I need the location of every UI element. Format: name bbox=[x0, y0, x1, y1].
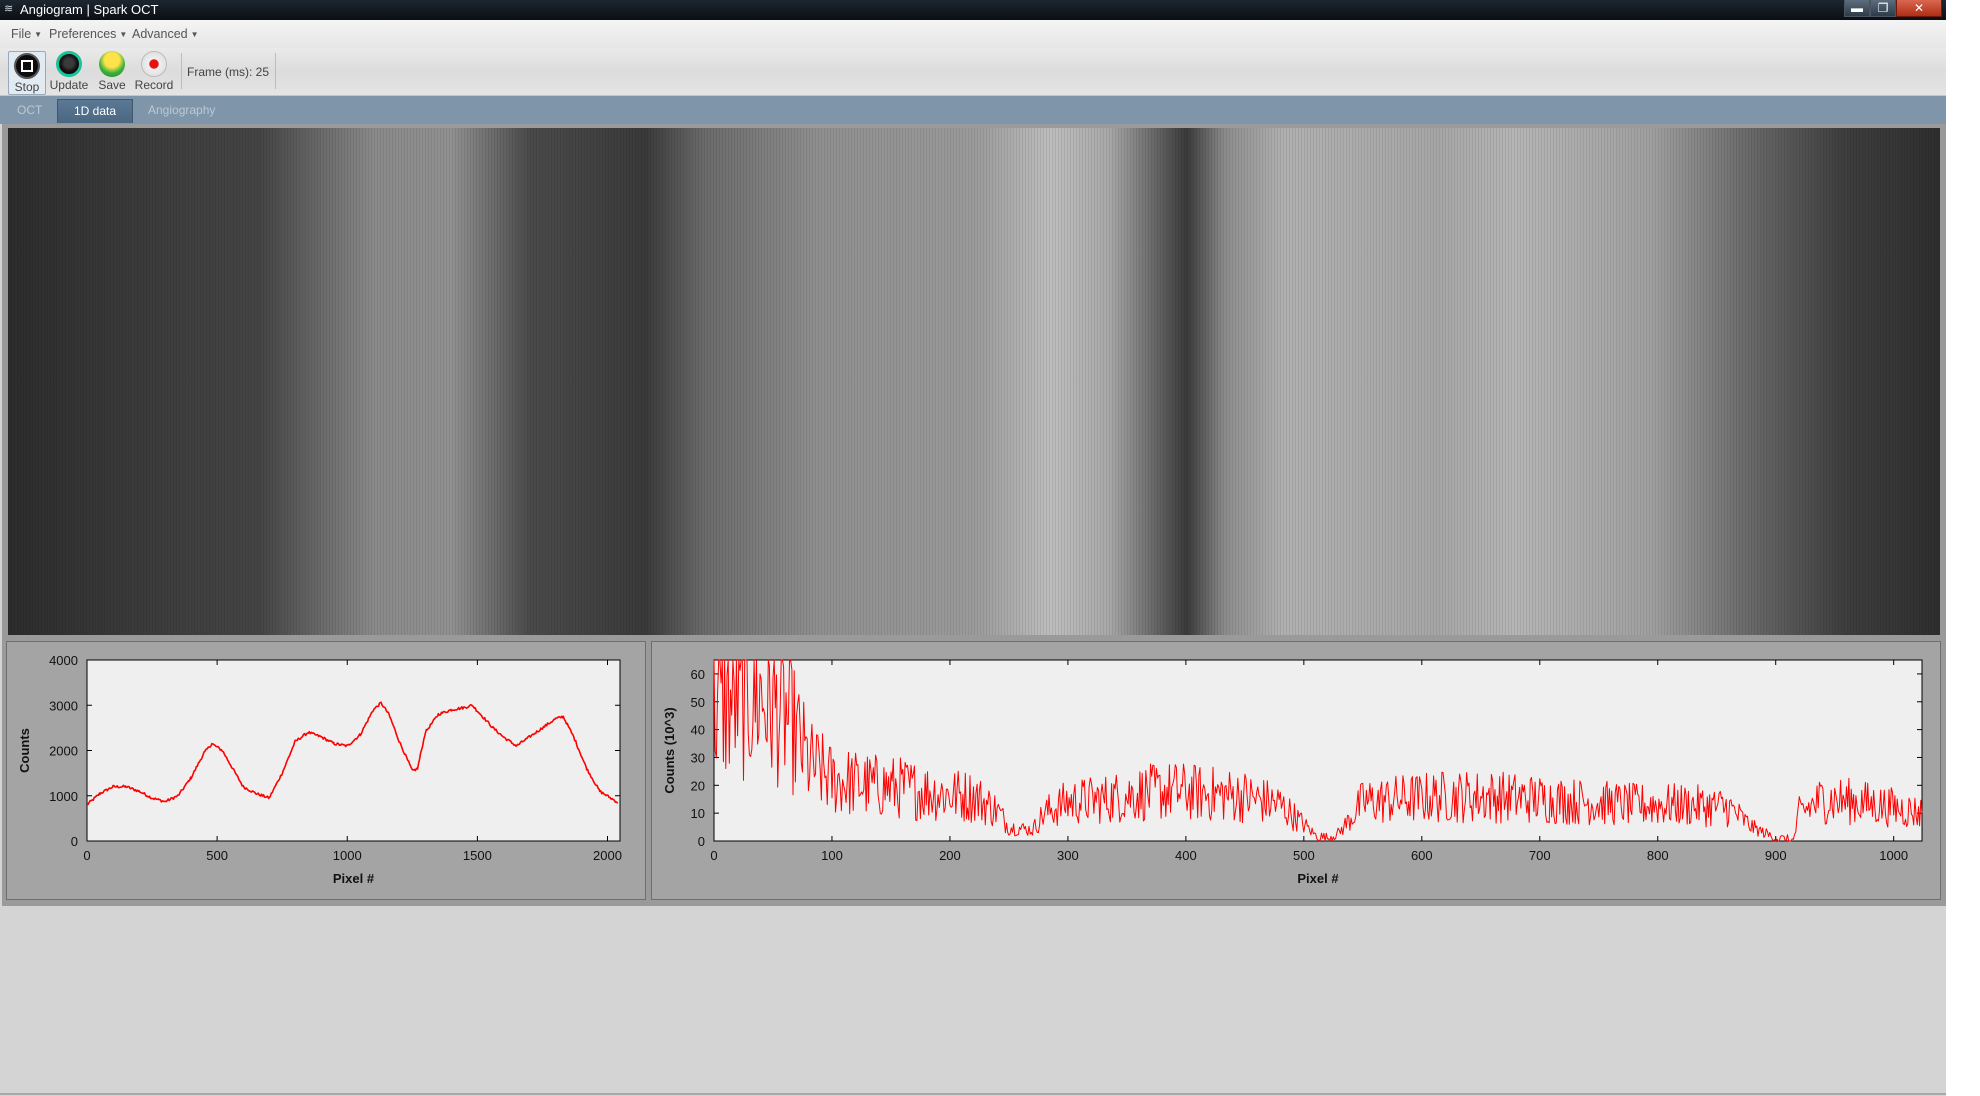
y-tick-label: 10 bbox=[691, 806, 705, 821]
menu-preferences-label: Preferences bbox=[49, 27, 117, 41]
y-tick-label: 0 bbox=[698, 834, 705, 849]
status-strip bbox=[0, 1093, 1946, 1095]
x-tick-label: 500 bbox=[206, 848, 228, 863]
stop-label: Stop bbox=[14, 80, 40, 94]
x-axis-label: Pixel # bbox=[333, 871, 375, 886]
tab-bar: OCT 1D data Angiography bbox=[0, 96, 1946, 124]
x-tick-label: 1000 bbox=[333, 848, 362, 863]
menu-advanced-label: Advanced bbox=[132, 27, 188, 41]
save-icon bbox=[99, 51, 125, 77]
x-tick-label: 300 bbox=[1057, 848, 1079, 863]
menu-preferences[interactable]: Preferences ▼ bbox=[49, 27, 127, 41]
frame-time-readout: Frame (ms): 25 bbox=[187, 65, 270, 79]
y-tick-label: 2000 bbox=[49, 744, 78, 759]
update-button[interactable]: Update bbox=[48, 51, 90, 93]
plot-area bbox=[713, 659, 1923, 842]
x-tick-label: 0 bbox=[83, 848, 90, 863]
toolbar: Stop Update Save Record Frame (ms): 25 bbox=[0, 48, 1946, 96]
menu-advanced[interactable]: Advanced ▼ bbox=[132, 27, 199, 41]
x-tick-label: 200 bbox=[939, 848, 961, 863]
record-label: Record bbox=[134, 78, 174, 92]
y-tick-label: 50 bbox=[691, 695, 705, 710]
refresh-icon bbox=[56, 51, 82, 77]
raw-spectrum-chart: 0 500 1000 1500 2000 0 1000 2000 3000 4000 Pixel #… bbox=[17, 653, 622, 886]
window-controls: ▬ ❐ ✕ bbox=[1844, 0, 1942, 18]
dropdown-arrow-icon: ▼ bbox=[190, 30, 199, 39]
dropdown-arrow-icon: ▼ bbox=[119, 30, 128, 39]
record-button[interactable]: Record bbox=[133, 51, 175, 93]
window-title: Angiogram | Spark OCT bbox=[20, 2, 159, 17]
menu-file[interactable]: File ▼ bbox=[11, 27, 42, 41]
minimize-button[interactable]: ▬ bbox=[1844, 0, 1870, 17]
y-tick-label: 60 bbox=[691, 667, 705, 682]
x-tick-label: 900 bbox=[1765, 848, 1787, 863]
y-tick-label: 20 bbox=[691, 778, 705, 793]
plot-panel-raw-spectrum: 0 500 1000 1500 2000 0 1000 2000 3000 4000 Pixel #… bbox=[6, 641, 646, 900]
save-button[interactable]: Save bbox=[96, 51, 128, 93]
depth-profile-chart: 0 100 200 300 400 500 600 700 800 900 1000 0 10 20 30 4… bbox=[662, 659, 1923, 886]
menu-file-label: File bbox=[11, 27, 32, 41]
stop-icon bbox=[14, 53, 40, 79]
y-tick-label: 40 bbox=[691, 723, 705, 738]
tab-1d-data[interactable]: 1D data bbox=[57, 99, 134, 123]
tab-oct[interactable]: OCT bbox=[17, 103, 42, 117]
x-tick-label: 700 bbox=[1529, 848, 1551, 863]
x-axis-label: Pixel # bbox=[1297, 871, 1339, 886]
update-label: Update bbox=[49, 78, 89, 92]
plot-area bbox=[86, 659, 621, 842]
y-tick-label: 1000 bbox=[49, 789, 78, 804]
application-window: ≋ Angiogram | Spark OCT ▬ ❐ ✕ File ▼ Pref… bbox=[0, 0, 1946, 1096]
x-tick-label: 600 bbox=[1411, 848, 1433, 863]
x-tick-label: 500 bbox=[1293, 848, 1315, 863]
y-tick-label: 30 bbox=[691, 750, 705, 765]
tab-angiography[interactable]: Angiography bbox=[148, 103, 215, 117]
close-button[interactable]: ✕ bbox=[1896, 0, 1942, 17]
app-icon: ≋ bbox=[4, 3, 14, 15]
plot-panel-depth-profile: 0 100 200 300 400 500 600 700 800 900 1000 0 10 20 30 4… bbox=[651, 641, 1941, 900]
y-tick-label: 3000 bbox=[49, 698, 78, 713]
y-axis-label: Counts (10^3) bbox=[662, 707, 677, 793]
y-tick-label: 0 bbox=[71, 834, 78, 849]
maximize-button[interactable]: ❐ bbox=[1870, 0, 1896, 17]
x-tick-label: 100 bbox=[821, 848, 843, 863]
record-icon bbox=[141, 51, 167, 77]
spectrogram-image bbox=[8, 128, 1940, 635]
x-tick-label: 2000 bbox=[593, 848, 622, 863]
x-tick-label: 0 bbox=[710, 848, 717, 863]
toolbar-separator bbox=[275, 53, 276, 89]
stop-button[interactable]: Stop bbox=[8, 51, 46, 95]
x-tick-label: 800 bbox=[1647, 848, 1669, 863]
dropdown-arrow-icon: ▼ bbox=[34, 30, 43, 39]
x-tick-label: 400 bbox=[1175, 848, 1197, 863]
title-bar: ≋ Angiogram | Spark OCT ▬ ❐ ✕ bbox=[0, 0, 1946, 20]
y-tick-label: 4000 bbox=[49, 653, 78, 668]
y-axis-label: Counts bbox=[17, 728, 32, 773]
toolbar-separator bbox=[181, 53, 182, 89]
save-label: Save bbox=[98, 78, 126, 92]
content-area: 0 500 1000 1500 2000 0 1000 2000 3000 4000 Pixel #… bbox=[2, 124, 1946, 906]
x-tick-label: 1500 bbox=[463, 848, 492, 863]
menu-bar: File ▼ Preferences ▼ Advanced ▼ bbox=[0, 20, 1946, 48]
x-tick-label: 1000 bbox=[1879, 848, 1908, 863]
